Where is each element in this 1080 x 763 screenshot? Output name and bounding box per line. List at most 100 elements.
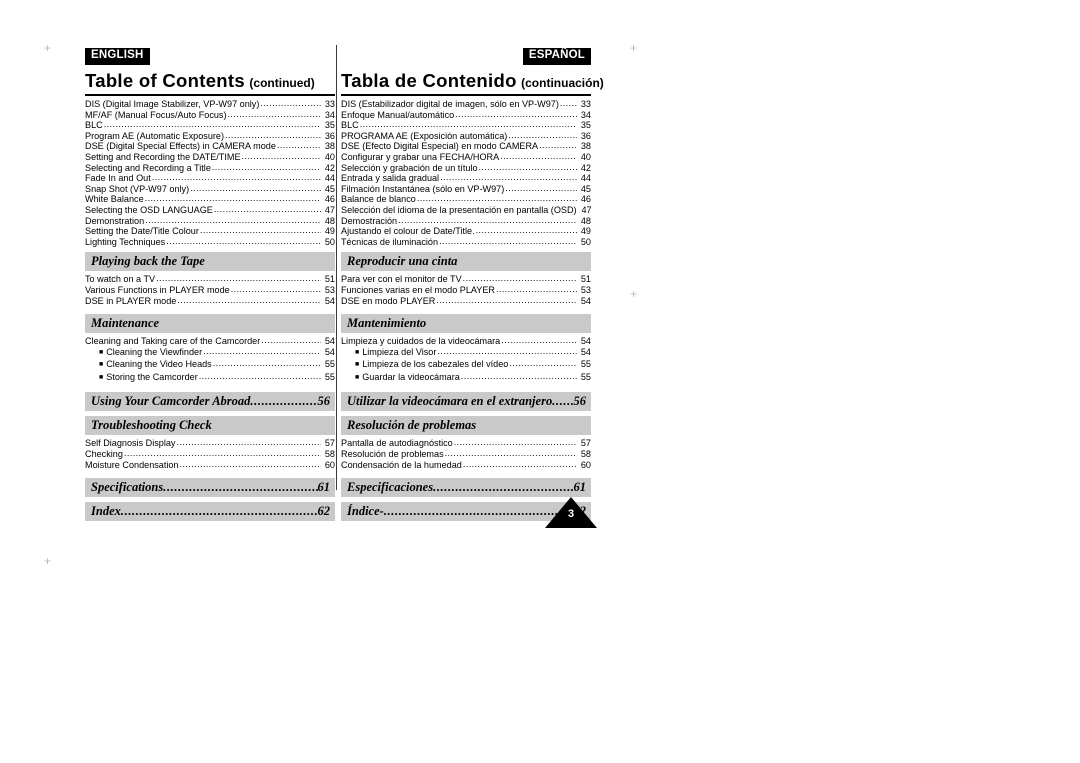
- toc-dot-leader: ........................................…: [436, 294, 577, 305]
- language-badge-english: ENGLISH: [85, 48, 150, 65]
- toc-entry-label: Moisture Condensation: [85, 459, 179, 470]
- english-section-bar-maintenance: Maintenance: [85, 314, 335, 334]
- toc-entry-label: Resolución de problemas: [341, 449, 444, 460]
- registration-mark-top-left: [44, 44, 53, 53]
- toc-entry-page: 34: [324, 109, 335, 120]
- toc-dot-leader: ........................................…: [359, 119, 577, 130]
- toc-dot-leader: ........................................…: [211, 161, 321, 172]
- toc-entry-page: 45: [324, 183, 335, 194]
- registration-mark-top-right: [630, 44, 639, 53]
- toc-dot-leader: ........................................…: [509, 358, 577, 369]
- toc-entry[interactable]: Condensación de la humedad..............…: [341, 459, 591, 471]
- toc-entry[interactable]: Lighting Techniques.....................…: [85, 236, 335, 248]
- toc-entry-label: BLC: [341, 120, 359, 131]
- toc-entry-page: 44: [580, 173, 591, 184]
- spanish-section-bar-abroad-page: 56: [573, 394, 587, 409]
- english-section-bar-maintenance-label: Maintenance: [91, 316, 160, 331]
- toc-entry-page: 54: [324, 346, 335, 357]
- toc-entry-page: 54: [580, 346, 591, 357]
- toc-dot-leader: ........................................…: [230, 283, 321, 294]
- toc-entry[interactable]: ■ Storing the Camcorder..................…: [85, 371, 335, 385]
- toc-entry-page: 51: [580, 274, 591, 285]
- spanish-entries-group-4: Pantalla de autodiagnóstico.............…: [341, 437, 591, 471]
- toc-entry-label: Balance de blanco: [341, 194, 416, 205]
- english-section-bar-specifications-dots: ........................................…: [163, 480, 317, 495]
- english-entries-group-2: To watch on a TV........................…: [85, 273, 335, 307]
- toc-entry-label: BLC: [85, 120, 103, 131]
- square-bullet-icon: ■: [355, 361, 360, 369]
- toc-entry-label: ■ Guardar la videocámara: [355, 371, 460, 382]
- toc-entry-page: 42: [324, 162, 335, 173]
- toc-entry-page: 53: [580, 284, 591, 295]
- toc-dot-leader: ........................................…: [241, 150, 321, 161]
- toc-entry-label: Demonstration: [85, 215, 145, 226]
- toc-entry-page: 60: [580, 459, 591, 470]
- toc-entry-page: 33: [580, 99, 591, 109]
- spanish-section-bar-maintenance-label: Mantenimiento: [347, 316, 427, 331]
- english-entries-group-4: Self Diagnosis Display..................…: [85, 437, 335, 471]
- spanish-section-bar-index-label: Índice-: [347, 504, 384, 519]
- spanish-section-bar-specifications-page: 61: [573, 480, 587, 495]
- english-section-bar-abroad-label: Using Your Camcorder Abroad: [91, 394, 251, 409]
- toc-entry-page: 51: [324, 274, 335, 285]
- toc-entry-page: 50: [580, 236, 591, 247]
- toc-entry-page: 50: [324, 236, 335, 247]
- toc-entry-label: White Balance: [85, 194, 144, 205]
- spanish-section-bar-troubleshooting: Resolución de problemas: [341, 416, 591, 436]
- document-page: ENGLISH Table of Contents (continued) DI…: [0, 0, 1080, 763]
- toc-entry[interactable]: Balance de blanco.......................…: [341, 193, 591, 205]
- square-bullet-icon: ■: [355, 348, 360, 356]
- toc-dot-leader: ........................................…: [260, 98, 321, 108]
- toc-entry-page: 33: [324, 99, 335, 109]
- toc-dot-leader: ........................................…: [177, 294, 321, 305]
- toc-dot-leader: ........................................…: [478, 161, 578, 172]
- toc-dot-leader: ........................................…: [416, 193, 577, 204]
- toc-entry-page: 42: [580, 162, 591, 173]
- toc-entry[interactable]: Moisture Condensation...................…: [85, 459, 335, 471]
- registration-mark-bottom-left: [44, 557, 53, 566]
- english-title-rule: [85, 94, 335, 96]
- toc-dot-leader: ........................................…: [123, 448, 321, 459]
- spanish-section-bar-maintenance: Mantenimiento: [341, 314, 591, 334]
- toc-entry-label: ■ Limpieza del Visor: [355, 346, 437, 357]
- english-section-bar-abroad: Using Your Camcorder Abroad ............…: [85, 392, 335, 412]
- english-title-main: Table of Contents: [85, 70, 245, 91]
- toc-entry-label: To watch on a TV: [85, 274, 156, 285]
- toc-entry-page: 57: [324, 438, 335, 449]
- toc-entry-label: ■ Storing the Camcorder: [99, 371, 198, 382]
- toc-entry-label: Program AE (Automatic Exposure): [85, 130, 224, 141]
- toc-entry-page: 57: [580, 438, 591, 449]
- square-bullet-icon: ■: [99, 348, 104, 356]
- toc-dot-leader: ........................................…: [212, 358, 321, 369]
- english-section-bar-playing-label: Playing back the Tape: [91, 254, 205, 269]
- toc-dot-leader: ........................................…: [539, 140, 577, 151]
- toc-entry-page: 54: [324, 295, 335, 306]
- toc-dot-leader: ........................................…: [145, 214, 321, 225]
- spanish-language-row: ESPAÑOL: [341, 45, 591, 65]
- toc-columns: ENGLISH Table of Contents (continued) DI…: [85, 45, 604, 523]
- toc-dot-leader: ........................................…: [213, 203, 321, 214]
- spanish-section-bar-specifications-dots: ........................................…: [433, 480, 573, 495]
- toc-entry[interactable]: ■ Guardar la videocámara.................…: [341, 371, 591, 385]
- toc-entry-label: Demostración: [341, 215, 398, 226]
- toc-dot-leader: ........................................…: [475, 225, 577, 236]
- spanish-title-rule: [341, 94, 591, 96]
- english-section-bar-specifications-label: Specifications: [91, 480, 164, 495]
- english-section-bar-index-page: 62: [317, 504, 331, 519]
- toc-dot-leader: ........................................…: [462, 273, 577, 284]
- toc-entry-label: Entrada y salida gradual: [341, 173, 440, 184]
- toc-entry-page: 35: [580, 120, 591, 131]
- toc-entry-page: 49: [324, 226, 335, 237]
- toc-entry-page: 54: [580, 336, 591, 347]
- toc-entry-label: Condensación de la humedad: [341, 459, 462, 470]
- toc-entry-page: 34: [580, 109, 591, 120]
- toc-entry[interactable]: DSE in PLAYER mode......................…: [85, 294, 335, 307]
- toc-entry[interactable]: DSE en modo PLAYER......................…: [341, 294, 591, 307]
- english-language-row: ENGLISH: [85, 45, 335, 65]
- toc-dot-leader: ........................................…: [437, 345, 577, 356]
- spanish-section-bar-troubleshooting-label: Resolución de problemas: [347, 418, 477, 433]
- toc-entry-page: 47: [581, 204, 592, 215]
- toc-dot-leader: ........................................…: [227, 108, 322, 119]
- toc-entry[interactable]: Técnicas de iluminación.................…: [341, 236, 591, 248]
- toc-entry-page: 55: [324, 359, 335, 370]
